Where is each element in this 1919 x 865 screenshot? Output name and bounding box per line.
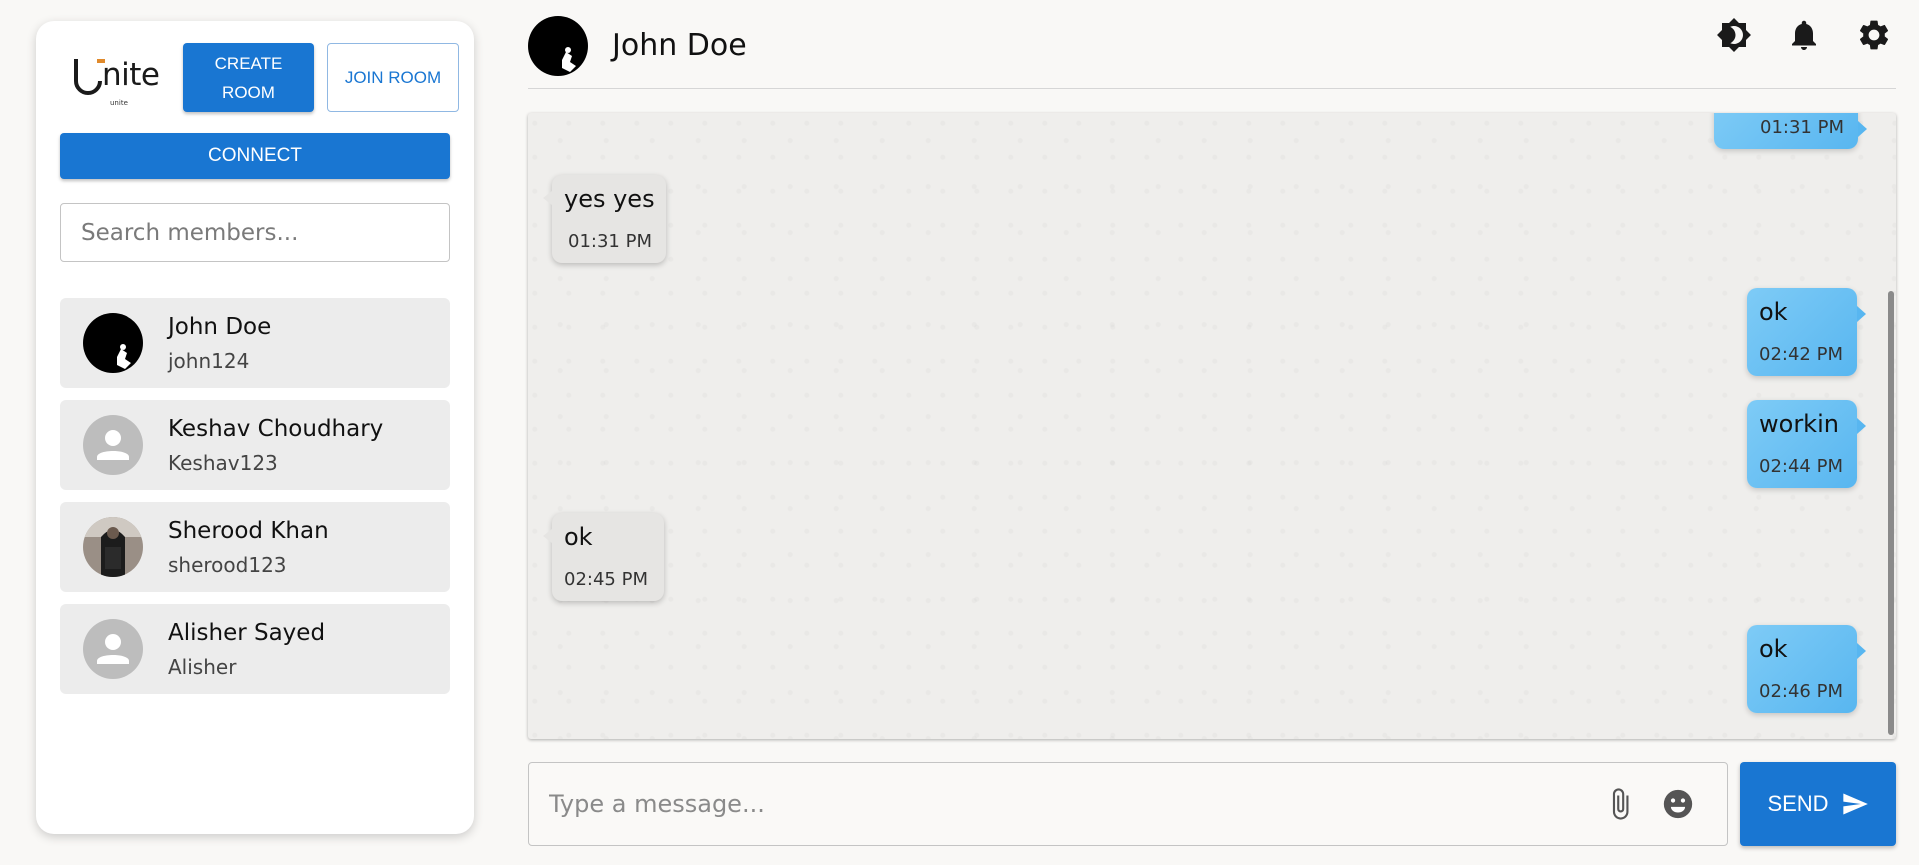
logo-subtext: unite [110,99,128,107]
chat-header: John Doe [528,0,1896,89]
member-name: Alisher Sayed [168,620,326,646]
member-item-keshav-choudhary[interactable]: Keshav Choudhary Keshav123 [60,400,450,490]
message-bubble-incoming[interactable]: yes yes 01:31 PM [543,175,666,263]
message-text: workin [1759,410,1839,438]
member-item-alisher-sayed[interactable]: Alisher Sayed Alisher [60,604,450,694]
member-username: Keshav123 [168,451,278,475]
member-username: sherood123 [168,553,287,577]
app-logo: nite unite [70,53,170,113]
join-room-button[interactable]: JOIN ROOM [327,43,459,112]
member-item-sherood-khan[interactable]: Sherood Khan sherood123 [60,502,450,592]
message-bubble-outgoing[interactable]: ok 02:46 PM [1747,625,1866,713]
message-text: ok [564,523,593,551]
sidebar: nite unite CREATE ROOM JOIN ROOM CONNECT… [36,21,474,834]
message-time: 02:44 PM [1759,456,1843,477]
message-input[interactable] [549,763,1599,845]
message-bubble-incoming[interactable]: ok 02:45 PM [543,513,664,601]
scrollbar[interactable] [1888,291,1894,735]
member-name: Keshav Choudhary [168,416,384,442]
emoji-icon[interactable] [1661,787,1695,821]
send-button[interactable]: SEND [1740,762,1896,846]
member-name: Sherood Khan [168,518,329,544]
message-time: 01:31 PM [568,231,652,252]
message-bubble-outgoing[interactable]: 01:31 PM [1714,113,1867,149]
contact-name: John Doe [612,28,747,63]
member-username: Alisher [168,655,237,679]
message-time: 02:46 PM [1759,681,1843,702]
avatar [83,313,143,373]
message-bubble-outgoing[interactable]: workin 02:44 PM [1747,400,1866,488]
message-time: 02:42 PM [1759,344,1843,365]
connect-button[interactable]: CONNECT [60,133,450,179]
message-bubble-outgoing[interactable]: ok 02:42 PM [1747,288,1866,376]
paperclip-icon[interactable] [1603,787,1637,821]
avatar [83,517,143,577]
member-list: John Doe john124 Keshav Choudhary Keshav… [60,298,450,706]
member-username: john124 [168,349,250,373]
member-item-john-doe[interactable]: John Doe john124 [60,298,450,388]
gear-icon[interactable] [1856,17,1892,53]
send-label: SEND [1767,791,1829,816]
message-text: ok [1759,635,1788,663]
message-time: 01:31 PM [1760,117,1844,138]
logo-text: nite [102,57,160,93]
message-text: yes yes [564,185,655,213]
message-time: 02:45 PM [564,569,648,590]
contact-avatar[interactable] [528,16,588,76]
send-arrow-icon [1842,793,1868,815]
message-area[interactable]: 01:31 PM yes yes 01:31 PM ok 02:42 PM wo… [528,113,1896,739]
create-room-button[interactable]: CREATE ROOM [183,43,314,112]
default-person-icon [83,619,143,679]
default-person-icon [83,415,143,475]
bell-icon[interactable] [1786,17,1822,53]
search-members-input[interactable] [60,203,450,262]
message-text: ok [1759,298,1788,326]
chat-background-pattern [528,113,1896,739]
member-name: John Doe [168,314,272,340]
theme-toggle-icon[interactable] [1716,17,1752,53]
message-composer [528,762,1728,846]
